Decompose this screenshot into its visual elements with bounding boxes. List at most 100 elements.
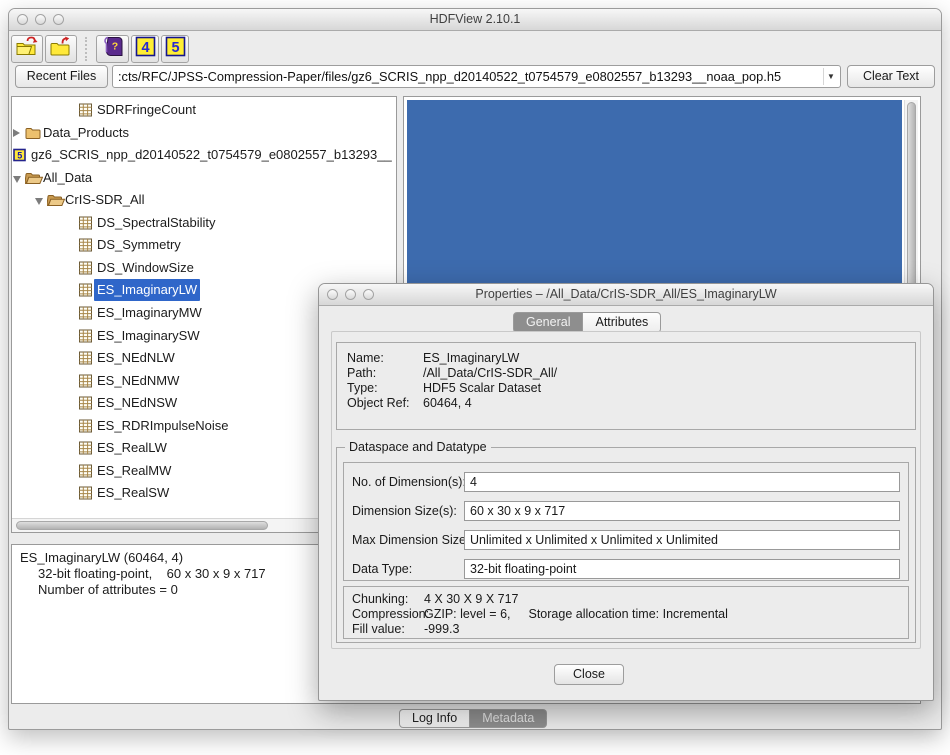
tab-metadata[interactable]: Metadata xyxy=(470,709,547,728)
info-line: ES_ImaginaryLW (60464, 4) xyxy=(20,550,183,565)
field-value: -999.3 xyxy=(424,622,459,636)
close-file-icon xyxy=(49,36,73,62)
window-controls xyxy=(17,14,64,25)
tree-item-label: gz6_SCRIS_npp_d20140522_t0754579_e080255… xyxy=(31,144,392,166)
tree-item-All_Data[interactable]: All_Data xyxy=(12,167,396,189)
dataset-icon xyxy=(79,306,92,325)
compression-line: Compression: GZIP: level = 6, Storage al… xyxy=(352,607,728,621)
tab-general[interactable]: General xyxy=(513,312,583,333)
info-row: Name: ES_ImaginaryLW xyxy=(347,351,519,365)
tree-item-label: ES_RealSW xyxy=(97,482,169,504)
storage-allocation-value: Storage allocation time: Incremental xyxy=(529,607,728,621)
zoom-window-button[interactable] xyxy=(363,289,374,300)
dataset-icon xyxy=(79,374,92,393)
hdf5-library-button[interactable]: 5 xyxy=(161,35,189,63)
dialog-window-controls xyxy=(327,289,374,300)
folder-open-icon xyxy=(47,193,65,211)
field-label: Path: xyxy=(347,366,423,380)
help-book-icon: ? xyxy=(102,36,124,62)
close-file-button[interactable] xyxy=(45,35,77,63)
main-titlebar[interactable]: HDFView 2.10.1 xyxy=(9,9,941,31)
field-value: HDF5 Scalar Dataset xyxy=(423,381,541,395)
clear-text-button[interactable]: Clear Text xyxy=(847,65,935,88)
hdf5-icon: 5 xyxy=(165,36,186,62)
expand-arrow-icon[interactable] xyxy=(13,129,20,137)
tree-item-gz6_SCRIS_npp_d20140522_t0754579_e0802557_b13293__[interactable]: 5 gz6_SCRIS_npp_d20140522_t0754579_e08025… xyxy=(12,144,396,166)
close-window-button[interactable] xyxy=(17,14,28,25)
dialog-tab-bar: General Attributes xyxy=(513,312,661,333)
dimension-size-field[interactable]: 60 x 30 x 9 x 717 xyxy=(464,501,900,521)
open-file-icon xyxy=(15,36,39,62)
collapse-arrow-icon[interactable] xyxy=(35,198,43,205)
tree-item-label: DS_WindowSize xyxy=(97,257,194,279)
info-row: Object Ref: 60464, 4 xyxy=(347,396,472,410)
tree-item-label: ES_RealMW xyxy=(97,460,171,482)
tree-item-label: ES_NEdNSW xyxy=(97,392,177,414)
tree-item-label: ES_ImaginaryMW xyxy=(97,302,202,324)
chevron-down-icon[interactable]: ▼ xyxy=(823,68,838,85)
field-label: Dimension Size(s): xyxy=(352,504,457,518)
dataspace-groupbox: Dataspace and Datatype No. of Dimension(… xyxy=(336,447,916,643)
field-value: 60464, 4 xyxy=(423,396,472,410)
dataset-icon xyxy=(79,283,92,302)
tree-item-label: ES_ImaginaryLW xyxy=(94,279,200,301)
field-label: Object Ref: xyxy=(347,396,423,410)
field-value: GZIP: level = 6, xyxy=(424,607,511,621)
tree-item-DS_SpectralStability[interactable]: DS_SpectralStability xyxy=(12,212,396,234)
hdf5-file-icon: 5 xyxy=(13,148,26,167)
max-dimension-size-field[interactable]: Unlimited x Unlimited x Unlimited x Unli… xyxy=(464,530,900,550)
tree-item-DS_WindowSize[interactable]: DS_WindowSize xyxy=(12,257,396,279)
field-label: Data Type: xyxy=(352,562,412,576)
file-path-combobox[interactable]: :cts/RFC/JPSS-Compression-Paper/files/gz… xyxy=(112,65,841,88)
field-value: 4 X 30 X 9 X 717 xyxy=(424,592,519,606)
field-label: Compression: xyxy=(352,607,424,621)
tree-item-Data_Products[interactable]: Data_Products xyxy=(12,122,396,144)
dataset-icon xyxy=(79,103,92,122)
dataset-icon xyxy=(79,261,92,280)
tree-item-label: All_Data xyxy=(43,167,92,189)
tab-log-info[interactable]: Log Info xyxy=(399,709,470,728)
screen: HDFView 2.10.1 ? 4 5 Recent Files :cts/R… xyxy=(0,0,950,755)
properties-dialog: Properties – /All_Data/CrIS-SDR_All/ES_I… xyxy=(318,283,934,701)
dataset-icon xyxy=(79,464,92,483)
file-path-value: :cts/RFC/JPSS-Compression-Paper/files/gz… xyxy=(118,66,820,87)
info-row: Path: /All_Data/CrIS-SDR_All/ xyxy=(347,366,557,380)
tree-item-label: ES_ImaginarySW xyxy=(97,325,200,347)
recent-files-button[interactable]: Recent Files xyxy=(15,65,108,88)
open-file-button[interactable] xyxy=(11,35,43,63)
info-line: 32-bit floating-point, 60 x 30 x 9 x 717 xyxy=(38,566,266,581)
dataset-icon xyxy=(79,329,92,348)
minimize-window-button[interactable] xyxy=(345,289,356,300)
collapse-arrow-icon[interactable] xyxy=(13,176,21,183)
hdf4-icon: 4 xyxy=(135,36,156,62)
svg-text:?: ? xyxy=(111,41,117,53)
svg-text:5: 5 xyxy=(171,40,179,56)
close-window-button[interactable] xyxy=(327,289,338,300)
tab-attributes[interactable]: Attributes xyxy=(583,312,661,333)
svg-text:4: 4 xyxy=(141,40,149,56)
info-line: Number of attributes = 0 xyxy=(38,582,178,597)
tree-item-label: DS_SpectralStability xyxy=(97,212,216,234)
close-button[interactable]: Close xyxy=(554,664,624,685)
tree-item-DS_Symmetry[interactable]: DS_Symmetry xyxy=(12,234,396,256)
zoom-window-button[interactable] xyxy=(53,14,64,25)
dimension-fields-box: No. of Dimension(s): 4 Dimension Size(s)… xyxy=(343,462,909,581)
folder-closed-icon xyxy=(25,126,41,144)
hdf4-library-button[interactable]: 4 xyxy=(131,35,159,63)
tree-item-CrIS-SDR_All[interactable]: CrIS-SDR_All xyxy=(12,189,396,211)
user-guide-button[interactable]: ? xyxy=(96,35,129,63)
field-label: Fill value: xyxy=(352,622,424,636)
field-label: Name: xyxy=(347,351,423,365)
field-label: Type: xyxy=(347,381,423,395)
num-dimensions-field[interactable]: 4 xyxy=(464,472,900,492)
field-row: No. of Dimension(s): 4 xyxy=(352,472,900,492)
field-row: Data Type: 32-bit floating-point xyxy=(352,559,900,579)
minimize-window-button[interactable] xyxy=(35,14,46,25)
tree-item-label: ES_RDRImpulseNoise xyxy=(97,415,229,437)
dialog-titlebar[interactable]: Properties – /All_Data/CrIS-SDR_All/ES_I… xyxy=(319,284,933,306)
window-title: HDFView 2.10.1 xyxy=(9,9,941,30)
folder-open-icon xyxy=(25,171,43,189)
data-type-field[interactable]: 32-bit floating-point xyxy=(464,559,900,579)
scrollbar-thumb[interactable] xyxy=(16,521,268,530)
tree-item-SDRFringeCount[interactable]: SDRFringeCount xyxy=(12,99,396,121)
